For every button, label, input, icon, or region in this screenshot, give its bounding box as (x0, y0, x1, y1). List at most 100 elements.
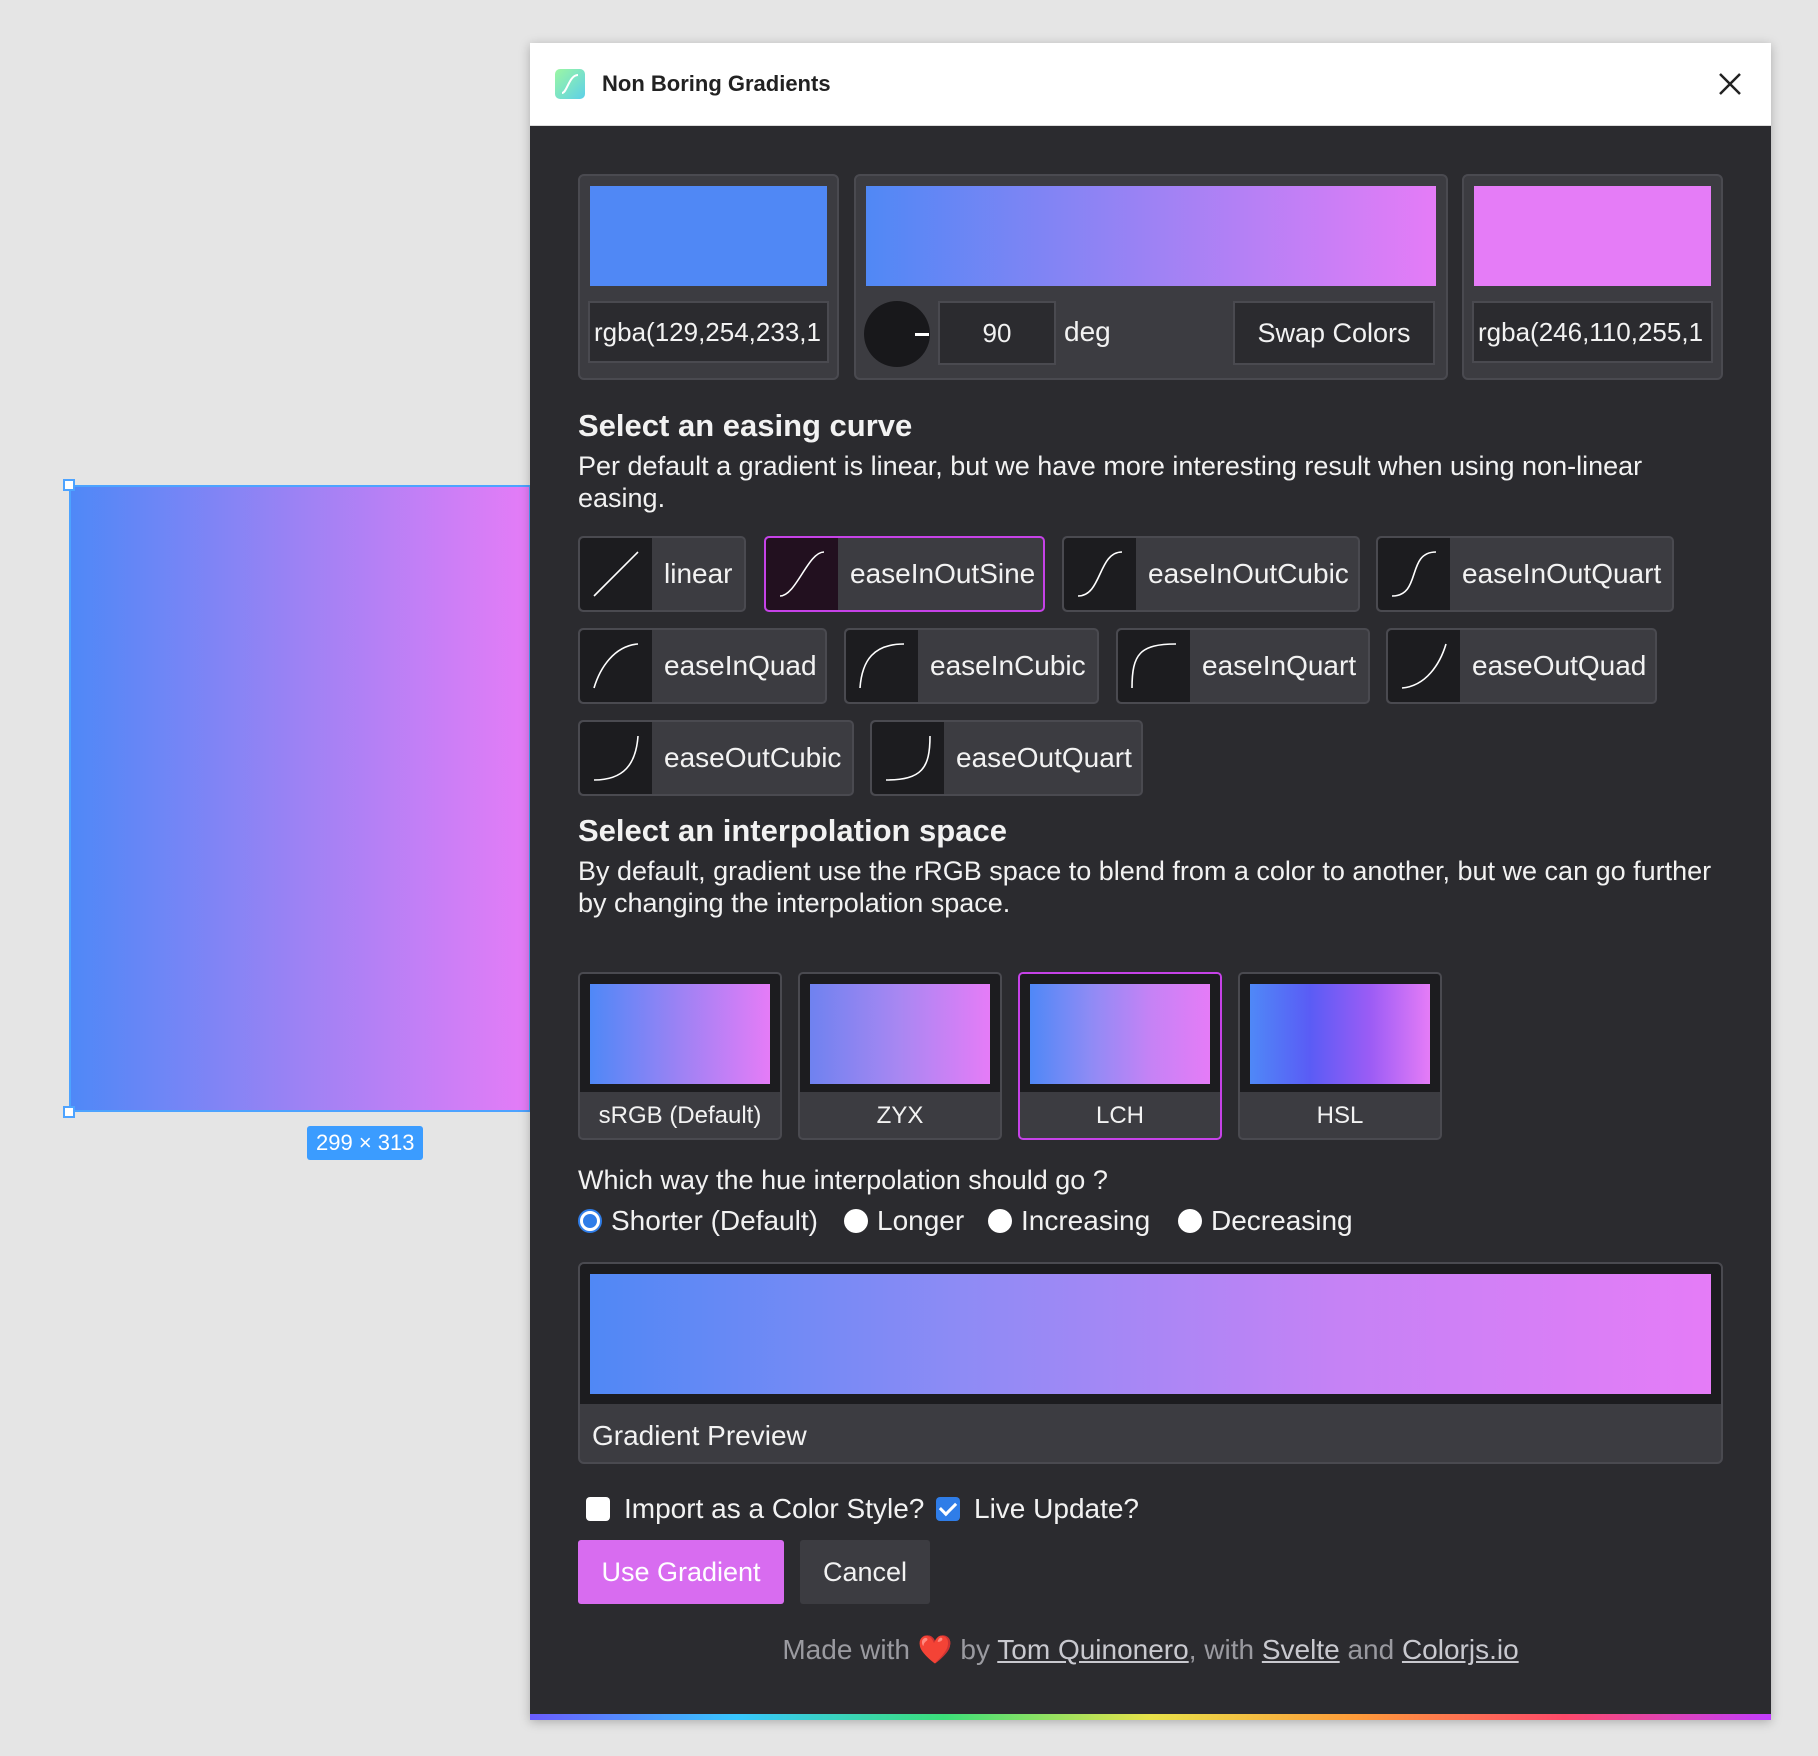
hue-option-increasing[interactable]: Increasing (988, 1205, 1150, 1237)
interpolation-space-zyx[interactable]: ZYX (798, 972, 1002, 1140)
easing-option-linear[interactable]: linear (578, 536, 746, 612)
hue-option-label: Increasing (1021, 1205, 1151, 1236)
easing-option-label: easeInOutCubic (1148, 558, 1349, 589)
live-update-box[interactable] (936, 1497, 960, 1521)
angle-knob[interactable] (864, 301, 930, 367)
hue-question: Which way the hue interpolation should g… (578, 1165, 1108, 1195)
easing-option-easeOutQuart[interactable]: easeOutQuart (870, 720, 1143, 796)
easing-curve-icon (580, 538, 652, 610)
footer-by: by (960, 1634, 990, 1665)
resize-handle-bottom-left[interactable] (63, 1106, 75, 1118)
start-color-input[interactable]: rgba(129,254,233,1 (588, 301, 829, 363)
easing-curve-icon (766, 538, 838, 610)
easing-option-easeInOutQuart[interactable]: easeInOutQuart (1376, 536, 1674, 612)
live-update-label: Live Update? (974, 1493, 1140, 1524)
title-bar: Non Boring Gradients (530, 43, 1771, 126)
angle-knob-indicator (915, 333, 929, 336)
easing-option-label: linear (664, 558, 733, 589)
angle-input[interactable]: 90 (938, 301, 1056, 365)
space-preview-swatch (810, 984, 990, 1084)
interpolation-space-srgb[interactable]: sRGB (Default) (578, 972, 782, 1140)
heart-icon: ❤️ (917, 1634, 953, 1665)
easing-option-easeInOutSine[interactable]: easeInOutSine (764, 536, 1045, 612)
radio-button[interactable] (844, 1209, 868, 1233)
frame-gradient-fill (71, 487, 529, 1110)
radio-button[interactable] (988, 1209, 1012, 1233)
svelte-link[interactable]: Svelte (1262, 1634, 1340, 1665)
space-preview-frame (1020, 974, 1220, 1092)
gradient-preview-swatch (590, 1274, 1711, 1394)
space-label: HSL (1316, 1102, 1364, 1129)
easing-option-easeOutQuad[interactable]: easeOutQuad (1386, 628, 1657, 704)
resize-handle-top-left[interactable] (63, 479, 75, 491)
easing-option-label: easeOutCubic (664, 742, 842, 773)
radio-button[interactable] (1178, 1209, 1202, 1233)
use-gradient-button[interactable]: Use Gradient (578, 1540, 784, 1604)
interpolation-space-lch[interactable]: LCH (1018, 972, 1222, 1140)
end-color-input[interactable]: rgba(246,110,255,1 (1472, 301, 1713, 363)
angle-gradient-swatch (866, 186, 1436, 286)
interpolation-description: By default, gradient use the rRGB space … (578, 856, 1712, 918)
easing-curve-icon (580, 630, 652, 702)
space-preview-frame (1240, 974, 1440, 1092)
window-title: Non Boring Gradients (602, 71, 831, 96)
hue-option-label: Decreasing (1211, 1205, 1353, 1236)
easing-option-easeInOutCubic[interactable]: easeInOutCubic (1062, 536, 1360, 612)
easing-option-label: easeOutQuad (1472, 650, 1647, 681)
footer-made-with: Made with (782, 1634, 910, 1665)
easing-heading: Select an easing curve (578, 408, 913, 443)
gradient-preview-label: Gradient Preview (592, 1420, 807, 1451)
easing-curve-icon (872, 722, 944, 794)
rainbow-bar (530, 1714, 1771, 1720)
easing-option-easeInQuad[interactable]: easeInQuad (578, 628, 827, 704)
space-preview-swatch (1030, 984, 1210, 1084)
interpolation-space-hsl[interactable]: HSL (1238, 972, 1442, 1140)
end-color-swatch[interactable] (1474, 186, 1711, 286)
space-preview-frame (800, 974, 1000, 1092)
easing-option-easeInQuart[interactable]: easeInQuart (1116, 628, 1370, 704)
easing-option-label: easeInQuart (1202, 650, 1357, 681)
easing-option-easeOutCubic[interactable]: easeOutCubic (578, 720, 854, 796)
import-style-box[interactable] (586, 1497, 610, 1521)
start-color-swatch[interactable] (590, 186, 827, 286)
plugin-logo-icon (555, 69, 585, 99)
import-style-label: Import as a Color Style? (624, 1493, 925, 1524)
space-preview-swatch (590, 984, 770, 1084)
easing-description: Per default a gradient is linear, but we… (578, 451, 1643, 513)
hue-option-label: Longer (877, 1205, 965, 1236)
easing-option-label: easeInOutSine (850, 558, 1036, 589)
radio-button[interactable] (578, 1209, 602, 1233)
easing-option-label: easeInQuad (664, 650, 817, 681)
size-badge: 299 × 313 (307, 1126, 424, 1160)
interpolation-space-list: sRGB (Default) ZYX LCH HSL (578, 972, 1723, 1140)
author-link[interactable]: Tom Quinonero (997, 1634, 1188, 1665)
gradient-preview-frame (580, 1264, 1721, 1404)
easing-curve-icon (1118, 630, 1190, 702)
footer-with: , with (1188, 1634, 1255, 1665)
easing-curve-icon (1388, 630, 1460, 702)
hue-option-decreasing[interactable]: Decreasing (1178, 1205, 1353, 1237)
plugin-window: Non Boring Gradients rgba(129,254,233,1 … (530, 43, 1771, 1720)
interpolation-heading: Select an interpolation space (578, 813, 1007, 848)
space-label: LCH (1095, 1102, 1144, 1129)
space-label: ZYX (876, 1102, 924, 1129)
swap-colors-button[interactable]: Swap Colors (1233, 301, 1435, 365)
start-color-card: rgba(129,254,233,1 (578, 174, 839, 380)
cancel-button[interactable]: Cancel (800, 1540, 930, 1604)
footer: Made with ❤️ by Tom Quinonero, with Svel… (530, 1633, 1771, 1666)
hue-option-label: Shorter (Default) (611, 1205, 818, 1236)
easing-option-label: easeInCubic (930, 650, 1086, 681)
easing-option-label: easeInOutQuart (1462, 558, 1662, 589)
angle-card: 90 deg Swap Colors (854, 174, 1448, 380)
live-update-checkbox[interactable]: Live Update? (936, 1493, 1139, 1525)
hue-option-shorter[interactable]: Shorter (Default) (578, 1205, 818, 1237)
angle-unit-label: deg (1064, 316, 1111, 347)
space-label: sRGB (Default) (598, 1102, 762, 1129)
selected-frame[interactable] (69, 485, 531, 1112)
colorjs-link[interactable]: Colorjs.io (1402, 1634, 1519, 1665)
hue-option-longer[interactable]: Longer (844, 1205, 964, 1237)
close-icon[interactable] (1711, 65, 1749, 103)
easing-option-label: easeOutQuart (956, 742, 1132, 773)
easing-option-easeInCubic[interactable]: easeInCubic (844, 628, 1099, 704)
import-style-checkbox[interactable]: Import as a Color Style? (586, 1493, 924, 1525)
